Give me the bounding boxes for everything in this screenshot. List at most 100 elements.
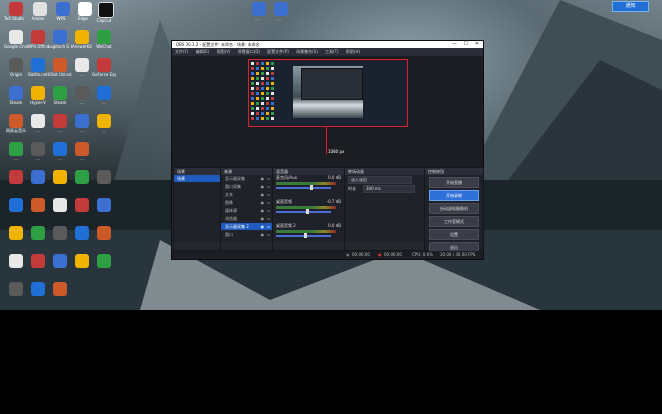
desktop-icon[interactable] [71,198,93,212]
menu-tools[interactable]: 工具(T) [325,49,339,54]
scene-item[interactable]: 场景 [174,175,220,182]
desktop-icon[interactable] [27,226,49,240]
desktop-icon[interactable]: ... [5,142,27,161]
preview-canvas[interactable] [248,59,408,127]
menu-profile[interactable]: 配置文件(P) [267,49,289,54]
eye-icon[interactable]: ◉ [261,199,265,206]
lock-icon[interactable]: ▫ [267,199,270,206]
eye-icon[interactable]: ◉ [261,215,265,222]
desktop-icon[interactable]: ... [93,114,115,133]
notification-badge[interactable]: 通知 [612,1,649,12]
menu-scene-collection[interactable]: 场景集合(S) [296,49,318,54]
transition-type-select[interactable]: 淡入淡出 [348,176,412,184]
desktop-icon[interactable]: ... [27,142,49,161]
source-item[interactable]: 文本 ◉ ▫ [221,191,272,199]
desktop-icon[interactable]: ... [248,2,270,21]
eye-icon[interactable]: ◉ [261,223,265,230]
source-item[interactable]: 浏览器 ◉ ▫ [221,215,272,223]
menu-docks[interactable]: 停靠窗口(D) [238,49,260,54]
desktop-icon[interactable] [93,254,115,268]
source-item[interactable]: 窗口 ◉ ▫ [221,231,272,239]
desktop-icon[interactable]: ... [49,114,71,133]
desktop-icon[interactable] [5,198,27,212]
minimize-icon[interactable]: — [452,41,457,48]
desktop-icon[interactable]: Steam [49,86,71,105]
desktop-icon[interactable] [71,170,93,184]
lock-icon[interactable]: ▫ [267,207,270,214]
desktop-icon[interactable]: ... [49,142,71,161]
window-titlebar[interactable]: OBS 30.1.2 - 配置文件: 未命名 - 场景: 未命名 — ☐ ✕ [172,41,483,48]
preview-area[interactable]: 1080 px ▣ ⚙ 属性 ▤ 滤镜 显示器 [DISPLAY1] 1920x… [172,56,483,179]
source-item[interactable]: 图像 ◉ ▫ [221,199,272,207]
desktop-icon[interactable] [49,282,71,296]
virtual-camera-button[interactable]: 启动虚拟摄像机 [429,203,479,214]
eye-icon[interactable]: ◉ [261,175,265,182]
desktop-icon[interactable]: Origin [5,58,27,77]
close-icon[interactable]: ✕ [475,41,479,48]
fader-handle[interactable] [310,185,314,190]
eye-icon[interactable]: ◉ [261,207,265,214]
eye-icon[interactable]: ◉ [261,191,265,198]
desktop-icon[interactable]: Logitech G HUB [48,30,72,49]
duration-input[interactable]: 300 ms [363,185,415,193]
lock-icon[interactable]: ▫ [267,223,270,230]
desktop-icon[interactable] [49,226,71,240]
desktop-icon[interactable]: ... [71,114,93,133]
desktop-icon[interactable] [93,226,115,240]
source-item[interactable]: 显示器采集 2 ◉ ▫ [221,223,272,231]
menu-view[interactable]: 视图(V) [217,49,231,54]
desktop-icon[interactable] [93,170,115,184]
start-recording-button[interactable]: 开始录制 [429,190,479,201]
desktop-icon[interactable] [71,254,93,268]
desktop-icon[interactable] [49,170,71,184]
menu-file[interactable]: 文件(F) [175,49,188,54]
lock-icon[interactable]: ▫ [267,191,270,198]
lock-icon[interactable]: ▫ [267,183,270,190]
desktop-icon[interactable] [27,198,49,212]
desktop-icon[interactable]: WPS Office [27,30,49,49]
menu-edit[interactable]: 编辑(E) [196,49,210,54]
desktop-icon[interactable]: Google Chrome [4,30,28,49]
volume-fader[interactable] [276,187,331,189]
lock-icon[interactable]: ▫ [267,231,270,238]
desktop-icon[interactable] [71,226,93,240]
desktop-icon[interactable]: IObit Uninstaller [48,58,72,77]
desktop-icon[interactable]: Hyper-V [27,86,49,105]
lock-icon[interactable]: ▫ [267,215,270,222]
lock-icon[interactable]: ▫ [267,175,270,182]
desktop-icon[interactable]: AnswerKit [71,30,93,49]
start-streaming-button[interactable]: 开始直播 [429,177,479,188]
desktop-icon[interactable]: Battle.net [27,58,49,77]
desktop-icon[interactable]: ... [27,114,49,133]
desktop-icon[interactable]: WeChat [93,30,115,49]
desktop-icon[interactable]: ... [270,2,292,21]
desktop-icon[interactable] [5,226,27,240]
desktop-icon[interactable] [27,254,49,268]
desktop-icon[interactable] [5,170,27,184]
desktop-icon[interactable]: GeForce Experience [92,58,116,77]
desktop-icon[interactable] [49,254,71,268]
desktop-icon[interactable]: 网易云音乐 [5,114,27,133]
desktop-icon[interactable] [27,170,49,184]
desktop-icon[interactable]: ... [71,86,93,105]
volume-fader[interactable] [276,211,331,213]
settings-button[interactable]: 设置 [429,229,479,240]
desktop-icon[interactable] [5,282,27,296]
menu-help[interactable]: 帮助(H) [346,49,360,54]
desktop-icon[interactable] [5,254,27,268]
source-item[interactable]: 媒体源 ◉ ▫ [221,207,272,215]
studio-mode-button[interactable]: 工作室模式 [429,216,479,227]
fader-handle[interactable] [306,209,310,214]
desktop-icon[interactable]: ... [71,58,93,77]
eye-icon[interactable]: ◉ [261,231,265,238]
desktop-icon[interactable]: ... [93,86,115,105]
desktop-icon[interactable] [49,198,71,212]
eye-icon[interactable]: ◉ [261,183,265,190]
source-item[interactable]: 窗口采集 ◉ ▫ [221,183,272,191]
fader-handle[interactable] [303,233,307,238]
desktop-icon[interactable] [93,198,115,212]
desktop-icon[interactable]: Steam [5,86,27,105]
source-item[interactable]: 显示器采集 ◉ ▫ [221,175,272,183]
desktop-icon[interactable] [27,282,49,296]
desktop-icon[interactable]: ... [71,142,93,161]
